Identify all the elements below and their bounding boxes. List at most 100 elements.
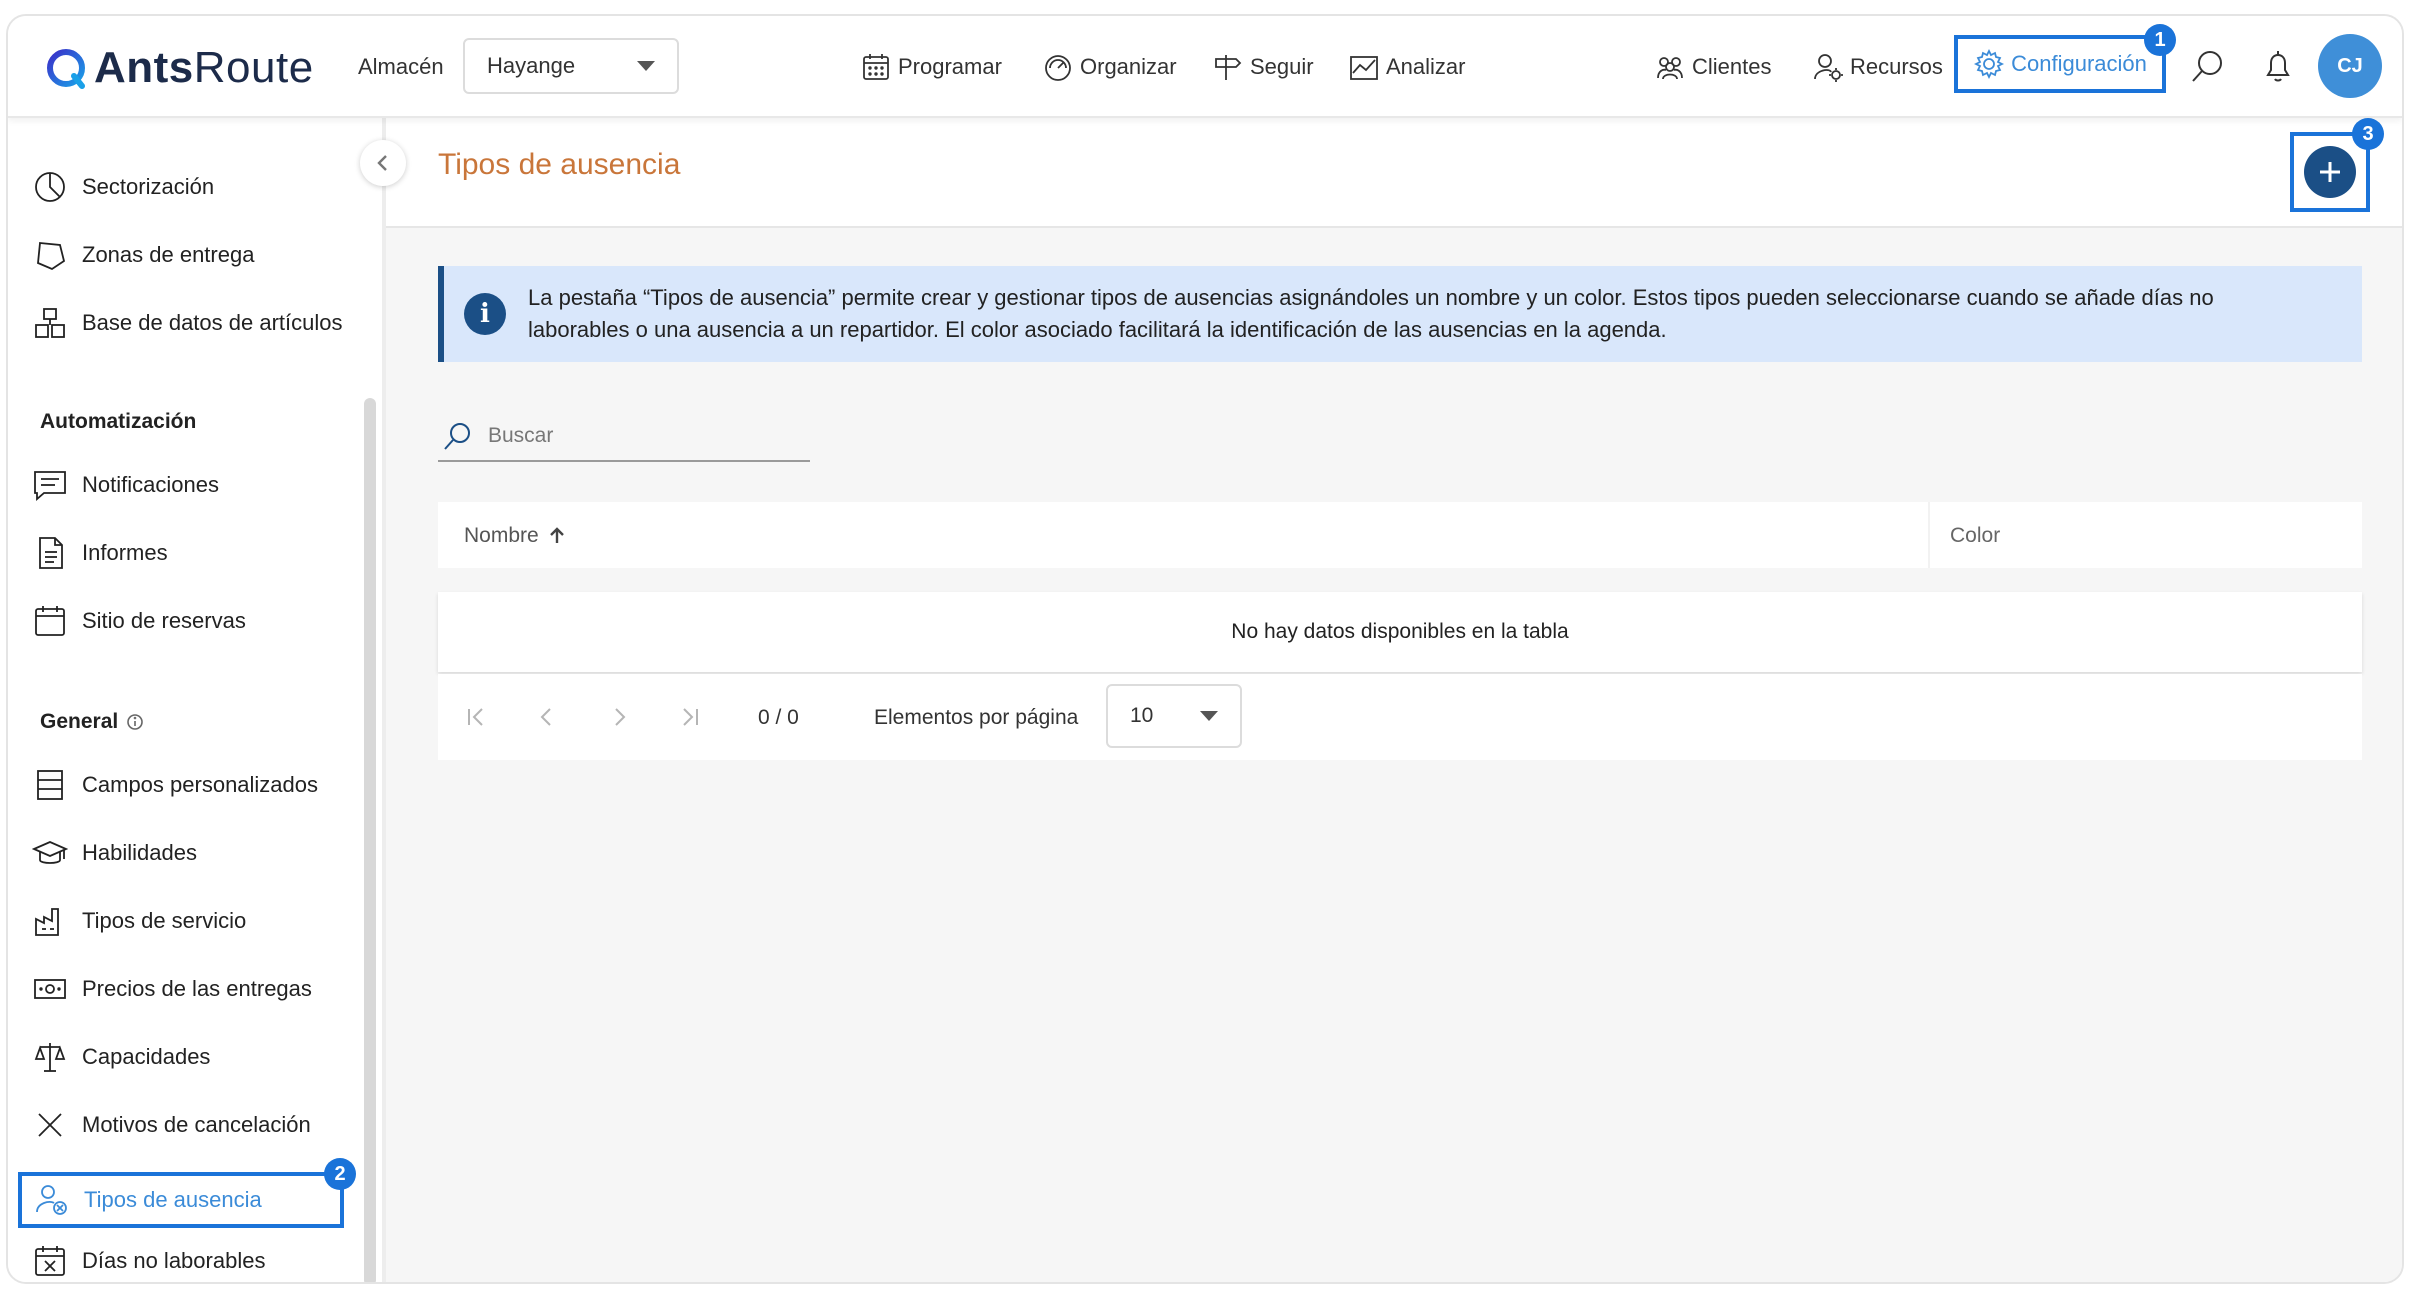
calendar-icon [35,606,65,636]
sidebar-item-sitio-reservas[interactable]: Sitio de reservas [32,594,246,648]
nav-programar[interactable]: Programar [860,42,1002,92]
table-header: Nombre Color [438,502,2362,568]
sidebar-item-label: Motivos de cancelación [82,1112,311,1137]
nav-clientes[interactable]: Clientes [1654,42,1771,92]
sidebar-item-informes[interactable]: Informes [32,526,168,580]
nav-configuracion[interactable]: Configuración [1954,35,2166,93]
nav-configuracion-label: Configuración [2011,51,2147,76]
app-window: AntsRoute Almacén Hayange Programar Orga… [6,14,2404,1284]
search-icon [2192,51,2222,82]
nav-seguir-label: Seguir [1250,54,1314,79]
info-banner: i La pestaña “Tipos de ausencia” permite… [438,266,2362,362]
store-select-value: Hayange [487,53,576,78]
nav-organizar[interactable]: Organizar [1042,42,1177,92]
sidebar-item-label: Sitio de reservas [82,608,246,633]
sidebar-item-base-datos-articulos[interactable]: Base de datos de artículos [32,296,343,350]
items-per-page-label: Elementos por página [874,706,1079,729]
avatar[interactable]: CJ [2318,34,2382,98]
sidebar-item-label: Tipos de ausencia [84,1187,262,1212]
page-header: Tipos de ausencia 3 [386,118,2402,228]
sidebar-item-label: Habilidades [82,840,197,865]
form-fields-icon [37,770,63,800]
previous-page-button[interactable] [530,700,564,734]
nav-analizar[interactable]: Analizar [1348,42,1465,92]
store-label: Almacén [358,54,444,79]
bell-icon [2266,51,2290,82]
column-header-nombre[interactable]: Nombre [464,524,567,548]
logo[interactable]: AntsRoute [44,38,314,98]
sidebar-item-label: Tipos de servicio [82,908,247,933]
sidebar: Sectorización Zonas de entrega Base de d… [8,118,380,1282]
info-circle-icon[interactable] [126,713,144,731]
boxes-icon [35,308,65,338]
add-absence-type-button[interactable] [2304,146,2356,198]
pagination: 0 / 0 Elementos por página 10 [438,674,2362,760]
next-page-button[interactable] [602,700,636,734]
sidebar-item-campos-personalizados[interactable]: Campos personalizados [32,758,318,812]
step-badge-1: 1 [2144,24,2176,56]
plus-icon [2320,162,2340,182]
chart-icon [1350,56,1378,80]
notifications-button[interactable] [2258,46,2298,86]
step-badge-3: 3 [2352,118,2384,150]
top-header: AntsRoute Almacén Hayange Programar Orga… [8,16,2402,118]
first-page-button[interactable] [460,700,494,734]
user-gear-icon [1814,54,1843,82]
sidebar-item-dias-no-laborables[interactable]: Días no laborables [32,1234,265,1282]
chevron-down-icon [637,61,655,71]
users-group-icon [1657,57,1683,80]
graduation-cap-icon [32,841,68,864]
chevron-left-icon [377,155,387,171]
sidebar-item-label: Precios de las entregas [82,976,312,1001]
scale-icon [34,1043,66,1072]
sidebar-item-label: Capacidades [82,1044,211,1069]
section-title-automatizacion: Automatización [40,410,197,433]
document-icon [39,537,63,569]
step-badge-2: 2 [324,1158,356,1190]
nav-seguir[interactable]: Seguir [1212,42,1314,92]
message-icon [34,471,66,501]
search-icon [444,423,470,450]
main-content: Tipos de ausencia 3 i La pestaña “Tipos … [386,118,2402,1282]
store-select[interactable]: Hayange [463,38,679,94]
section-title-general: General [40,710,144,734]
speedometer-icon [1045,55,1071,81]
search-field[interactable] [438,412,810,462]
search-input[interactable] [488,424,788,448]
page-count: 0 / 0 [758,706,799,729]
column-header-color[interactable]: Color [1950,524,2000,548]
info-text: La pestaña “Tipos de ausencia” permite c… [528,285,2214,342]
calendar-x-icon [35,1246,65,1276]
banknote-icon [34,979,66,999]
sidebar-item-capacidades[interactable]: Capacidades [32,1030,210,1084]
sidebar-item-motivos-cancelacion[interactable]: Motivos de cancelación [32,1098,311,1152]
search-button[interactable] [2188,46,2228,86]
sidebar-item-habilidades[interactable]: Habilidades [32,826,197,880]
sidebar-scrollbar[interactable] [364,398,376,1282]
nav-recursos-label: Recursos [1850,54,1943,79]
sidebar-item-sectorizacion[interactable]: Sectorización [32,160,214,214]
sidebar-item-label: Informes [82,540,168,565]
pie-chart-icon [35,172,65,202]
gear-icon [1974,48,2005,80]
items-per-page-select[interactable]: 10 [1106,684,1242,748]
brand-name: AntsRoute [94,43,314,92]
sidebar-item-precios-entregas[interactable]: Precios de las entregas [32,962,312,1016]
close-icon [38,1113,62,1137]
last-page-button[interactable] [672,700,706,734]
collapse-sidebar-button[interactable] [360,140,406,186]
sidebar-item-tipos-servicio[interactable]: Tipos de servicio [32,894,246,948]
sidebar-item-label: Notificaciones [82,472,219,497]
sidebar-item-label: Zonas de entrega [82,242,255,267]
user-absence-icon [36,1185,67,1215]
page-title: Tipos de ausencia [438,148,681,181]
sidebar-item-label: Campos personalizados [82,772,319,797]
sidebar-item-zonas-entrega[interactable]: Zonas de entrega [32,228,254,282]
info-icon: i [464,293,506,335]
nav-recursos[interactable]: Recursos [1812,42,1943,92]
column-divider [1928,502,1930,568]
sidebar-item-notificaciones[interactable]: Notificaciones [32,458,219,512]
arrow-up-icon [549,527,564,543]
chevron-left-icon [540,708,551,726]
sidebar-item-tipos-ausencia[interactable]: Tipos de ausencia [18,1172,344,1228]
